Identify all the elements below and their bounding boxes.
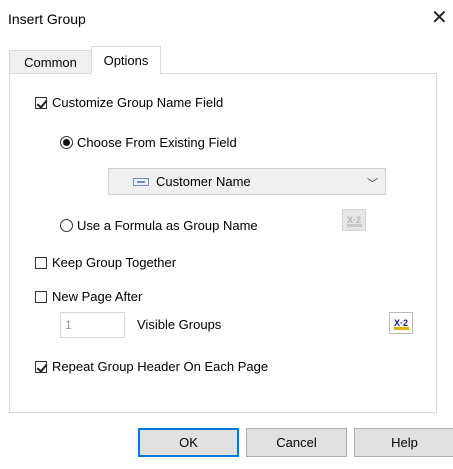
window-title: Insert Group [8,11,86,27]
new-page-after-checkbox[interactable]: New Page After [35,289,142,304]
checkbox-unchecked-icon [35,256,47,269]
close-icon[interactable]: ✕ [431,6,448,30]
customize-group-name-checkbox[interactable]: Customize Group Name Field [35,95,223,110]
group-field-dropdown[interactable]: Customer Name ﹀ [108,168,386,195]
use-formula-label: Use a Formula as Group Name [77,218,258,233]
radio-selected-icon [60,136,73,149]
title-bar: Insert Group ✕ [0,0,453,40]
new-page-after-label: New Page After [52,289,143,304]
repeat-group-header-label: Repeat Group Header On Each Page [52,359,269,374]
repeat-group-header-checkbox[interactable]: Repeat Group Header On Each Page [35,359,268,374]
checkbox-checked-icon [35,360,47,373]
ok-button[interactable]: OK [138,428,239,457]
tab-options[interactable]: Options [91,46,161,74]
choose-existing-field-label: Choose From Existing Field [77,135,237,150]
database-field-icon [133,177,149,186]
visible-groups-input[interactable]: 1 [60,312,125,338]
keep-group-together-label: Keep Group Together [52,255,177,270]
tab-common[interactable]: Common [9,50,92,74]
insert-group-dialog: Insert Group ✕ Common Options Customize … [0,0,453,469]
group-name-formula-button[interactable]: X·2 [342,209,366,231]
checkbox-checked-icon [35,96,47,109]
group-field-value: Customer Name [156,174,251,189]
customize-group-name-label: Customize Group Name Field [52,95,224,110]
pencil-icon [394,327,409,330]
choose-existing-field-radio[interactable]: Choose From Existing Field [60,135,237,150]
chevron-down-icon: ﹀ [367,178,378,190]
keep-group-together-checkbox[interactable]: Keep Group Together [35,255,176,270]
visible-groups-label: Visible Groups [137,317,222,332]
cancel-button[interactable]: Cancel [246,428,347,457]
use-formula-radio[interactable]: Use a Formula as Group Name [60,218,258,233]
checkbox-unchecked-icon [35,290,47,303]
pencil-icon [347,224,362,227]
help-button[interactable]: Help [354,428,453,457]
radio-unselected-icon [60,219,73,232]
new-page-formula-button[interactable]: X·2 [389,312,413,334]
